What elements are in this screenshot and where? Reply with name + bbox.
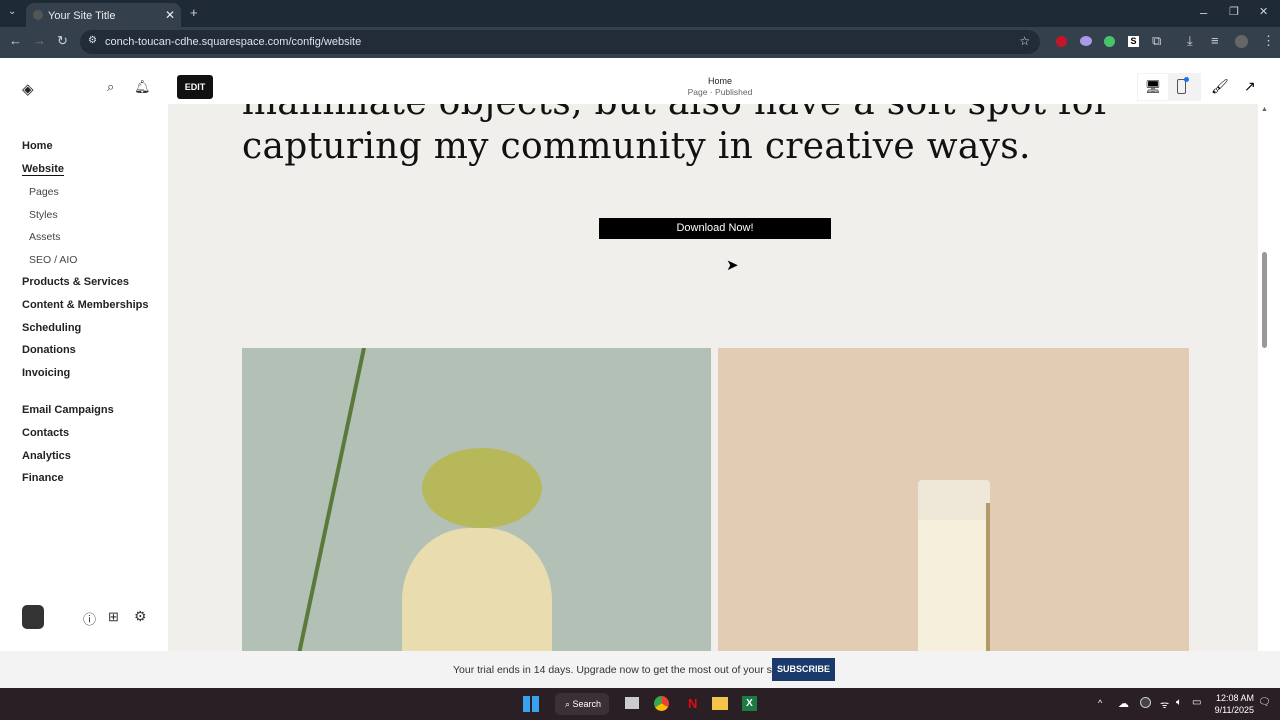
notifications-icon[interactable]: 🗨︎	[1258, 697, 1271, 708]
open-external-icon[interactable]: ↗	[1244, 78, 1256, 95]
download-now-button[interactable]: Download Now!	[599, 218, 831, 239]
scrollbar-thumb[interactable]	[1262, 252, 1267, 348]
browser-tab-bar: ⌄ Your Site Title ✕ + – ❐ ✕	[0, 0, 1280, 27]
address-bar-row: ← → ↻ ⚙ conch-toucan-cdhe.squarespace.com…	[0, 27, 1280, 58]
forward-icon[interactable]: →	[33, 33, 46, 48]
onedrive-icon[interactable]: ☁	[1118, 697, 1129, 710]
chrome-icon[interactable]	[654, 696, 669, 711]
mouse-cursor-icon: ➤	[726, 257, 739, 274]
sidebar-item-contacts[interactable]: Contacts	[22, 427, 69, 439]
apps-grid-icon[interactable]: ⊞	[108, 609, 119, 625]
trial-text: Your trial ends in 14 days. Upgrade now …	[453, 664, 786, 676]
edit-button[interactable]: EDIT	[177, 75, 213, 99]
site-info-icon[interactable]: ⚙	[88, 35, 97, 46]
heading-line: capturing my community in creative ways.	[242, 126, 1031, 167]
help-icon[interactable]: ⓘ	[83, 609, 96, 628]
back-icon[interactable]: ←	[9, 33, 22, 48]
design-brush-icon[interactable]: 🖌︎	[1211, 78, 1229, 95]
windows-start-icon[interactable]	[523, 696, 539, 712]
editor-topbar: EDIT Home Page · Published 🖥︎ 🖌︎ ↗	[170, 70, 1265, 104]
clock-time[interactable]: 12:08 AM	[1212, 693, 1254, 703]
bell-icon[interactable]: 🔔︎	[134, 79, 151, 95]
extension-icon[interactable]	[1080, 36, 1092, 46]
notification-dot	[1184, 77, 1189, 82]
search-icon: ⌕	[565, 699, 573, 709]
sidebar-item-invoicing[interactable]: Invoicing	[22, 367, 70, 379]
excel-icon[interactable]: X	[742, 696, 757, 711]
extension-icon[interactable]	[1056, 36, 1067, 47]
wifi-icon[interactable]: ᯤ	[1160, 697, 1169, 711]
restore-icon[interactable]: ❐	[1229, 5, 1239, 18]
squarespace-logo-icon[interactable]: ◈	[22, 80, 34, 98]
extension-icon[interactable]: S	[1128, 36, 1139, 47]
sidebar-item-assets[interactable]: Assets	[29, 231, 61, 243]
trial-banner: Your trial ends in 14 days. Upgrade now …	[0, 651, 1280, 688]
sidebar-item-pages[interactable]: Pages	[29, 186, 59, 198]
profile-avatar[interactable]	[1235, 35, 1248, 48]
file-explorer-icon[interactable]	[712, 697, 728, 710]
taskbar-search[interactable]: ⌕ Search	[555, 693, 609, 715]
milk-glass-gallery-image[interactable]	[718, 348, 1189, 651]
tab-title: Your Site Title	[48, 10, 116, 22]
close-window-icon[interactable]: ✕	[1259, 5, 1268, 18]
sidebar-item-products[interactable]: Products & Services	[22, 276, 129, 288]
scrollbar[interactable]: ▲	[1258, 104, 1270, 651]
sidebar-item-home[interactable]: Home	[22, 140, 53, 152]
task-view-icon[interactable]	[625, 697, 639, 709]
desktop-view-icon[interactable]: 🖥︎	[1138, 74, 1168, 100]
sidebar-item-seo[interactable]: SEO / AIO	[29, 254, 77, 266]
menu-icon[interactable]: ⋮	[1262, 33, 1275, 49]
search-label: Search	[572, 699, 602, 709]
sidebar: ◈ ⌕ 🔔︎ Home Website Pages Styles Assets …	[0, 58, 165, 651]
search-icon[interactable]: ⌕	[107, 79, 114, 95]
media-icon[interactable]: ≡	[1211, 33, 1219, 48]
subscribe-button[interactable]: SUBSCRIBE	[772, 658, 835, 681]
sidebar-item-email[interactable]: Email Campaigns	[22, 404, 114, 416]
browser-tab[interactable]: Your Site Title ✕	[26, 3, 181, 27]
url-text: conch-toucan-cdhe.squarespace.com/config…	[105, 36, 362, 48]
heading-line: inanimate objects, but also have a soft …	[242, 104, 1111, 123]
extensions-puzzle-icon[interactable]: ⧉	[1152, 33, 1161, 49]
sidebar-item-donations[interactable]: Donations	[22, 344, 76, 356]
bookmark-star-icon[interactable]: ☆	[1019, 34, 1030, 48]
minimize-icon[interactable]: –	[1200, 5, 1207, 20]
page-title: Home	[707, 76, 732, 86]
volume-icon[interactable]: 🔈︎	[1176, 697, 1182, 708]
user-avatar[interactable]	[22, 605, 44, 629]
tray-app-icon[interactable]	[1140, 697, 1151, 708]
close-tab-icon[interactable]: ✕	[165, 8, 175, 22]
page-status: Page · Published	[687, 87, 753, 97]
site-preview: inanimate objects, but also have a soft …	[168, 104, 1258, 651]
tab-list-icon[interactable]: ⌄	[8, 6, 16, 17]
sidebar-item-finance[interactable]: Finance	[22, 472, 64, 484]
windows-taskbar: ⌕ Search N X ^ ☁ ᯤ 🔈︎ ▭ 12:08 AM 9/11/20…	[0, 688, 1280, 720]
cactus-gallery-image[interactable]	[242, 348, 711, 651]
tray-chevron-icon[interactable]: ^	[1098, 698, 1102, 708]
clock-date[interactable]: 9/11/2025	[1208, 705, 1254, 715]
sidebar-item-scheduling[interactable]: Scheduling	[22, 322, 81, 334]
battery-icon[interactable]: ▭	[1192, 697, 1201, 708]
favicon-icon	[33, 10, 43, 20]
new-tab-icon[interactable]: +	[190, 5, 198, 20]
reload-icon[interactable]: ↻	[57, 33, 68, 49]
sidebar-item-styles[interactable]: Styles	[29, 209, 58, 221]
sidebar-item-website[interactable]: Website	[22, 163, 64, 176]
settings-gear-icon[interactable]: ⚙	[134, 608, 147, 625]
netflix-icon[interactable]: N	[688, 696, 697, 711]
sidebar-item-content[interactable]: Content & Memberships	[22, 299, 149, 311]
download-icon[interactable]: ⤓	[1187, 33, 1193, 49]
extension-icon[interactable]	[1104, 36, 1115, 47]
sidebar-item-analytics[interactable]: Analytics	[22, 450, 71, 462]
url-input[interactable]: ⚙ conch-toucan-cdhe.squarespace.com/confi…	[80, 30, 1040, 54]
